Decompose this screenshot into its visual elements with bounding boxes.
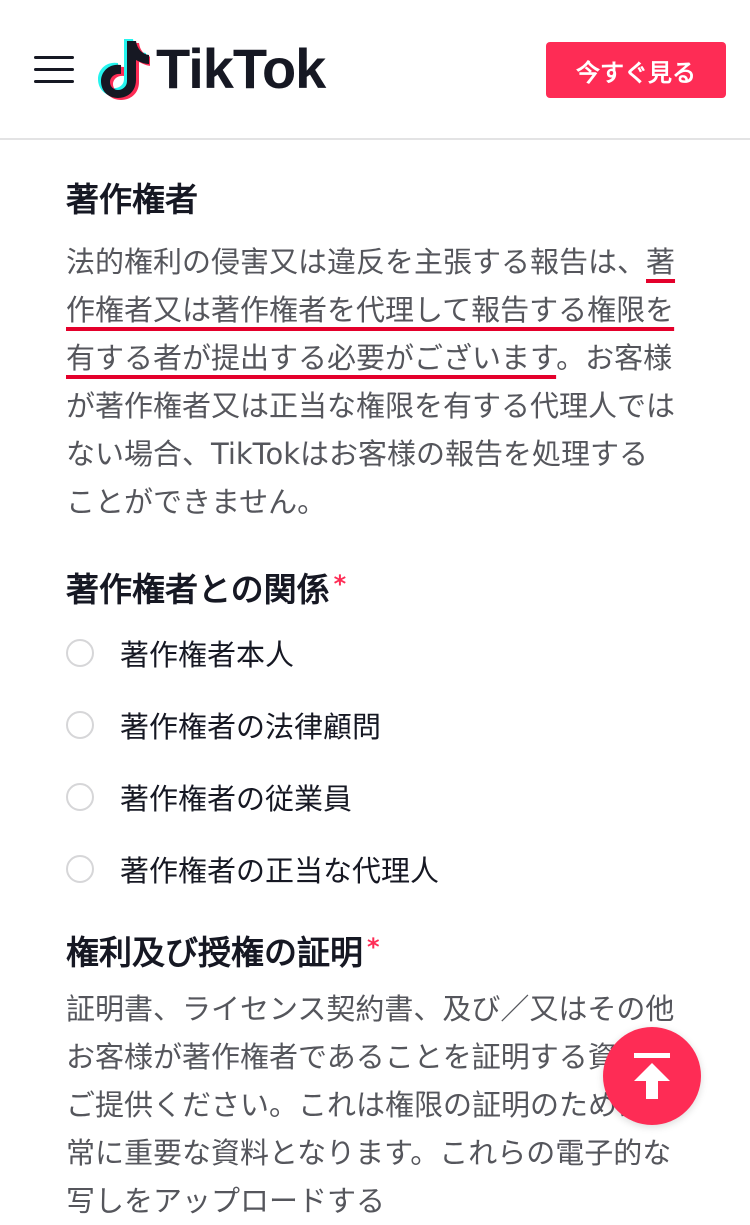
radio-button[interactable] — [66, 783, 94, 812]
tiktok-note-icon — [98, 39, 150, 100]
radio-button[interactable] — [66, 711, 94, 740]
copyright-owner-description: 法的権利の侵害又は違反を主張する報告は、著作権者又は著作権者を代理して報告する権… — [66, 238, 676, 526]
radio-button[interactable] — [66, 855, 94, 884]
radio-option-employee[interactable]: 著作権者の従業員 — [66, 761, 676, 833]
relationship-title-text: 著作権者との関係 — [66, 569, 330, 609]
report-form: 著作権者 法的権利の侵害又は違反を主張する報告は、著作権者又は著作権者を代理して… — [66, 180, 676, 1225]
radio-option-authorized-agent[interactable]: 著作権者の正当な代理人 — [66, 833, 676, 905]
radio-label: 著作権者本人 — [120, 638, 295, 673]
watch-now-button[interactable]: 今すぐ見る — [546, 42, 726, 98]
site-header: TikTok 今すぐ見る — [0, 0, 750, 140]
radio-label: 著作権者の法律顧問 — [120, 710, 382, 745]
required-mark: * — [367, 933, 380, 962]
radio-label: 著作権者の従業員 — [120, 782, 353, 817]
proof-title: 権利及び授権の証明 * — [66, 933, 676, 973]
relationship-radio-group: 著作権者本人 著作権者の法律顧問 著作権者の従業員 著作権者の正当な代理人 — [66, 617, 676, 905]
required-mark: * — [333, 569, 347, 598]
proof-title-text: 権利及び授権の証明 — [66, 933, 363, 973]
menu-icon[interactable] — [34, 54, 74, 86]
description-intro: 法的権利の侵害又は違反を主張する報告は、 — [66, 244, 647, 279]
relationship-title: 著作権者との関係 * — [66, 570, 676, 610]
proof-description: 証明書、ライセンス契約書、及び／又はその他お客様が著作権者であることを証明する資… — [66, 991, 676, 1218]
section-title-copyright-owner: 著作権者 — [66, 180, 198, 219]
logo-text: TikTok — [156, 37, 326, 100]
radio-option-owner[interactable]: 著作権者本人 — [66, 617, 676, 689]
radio-button[interactable] — [66, 639, 94, 668]
arrow-up-to-line-icon — [634, 1053, 670, 1099]
radio-option-legal-counsel[interactable]: 著作権者の法律顧問 — [66, 689, 676, 761]
back-to-top-button[interactable] — [603, 1027, 701, 1125]
tiktok-logo[interactable]: TikTok — [94, 34, 326, 104]
radio-label: 著作権者の正当な代理人 — [120, 854, 440, 889]
